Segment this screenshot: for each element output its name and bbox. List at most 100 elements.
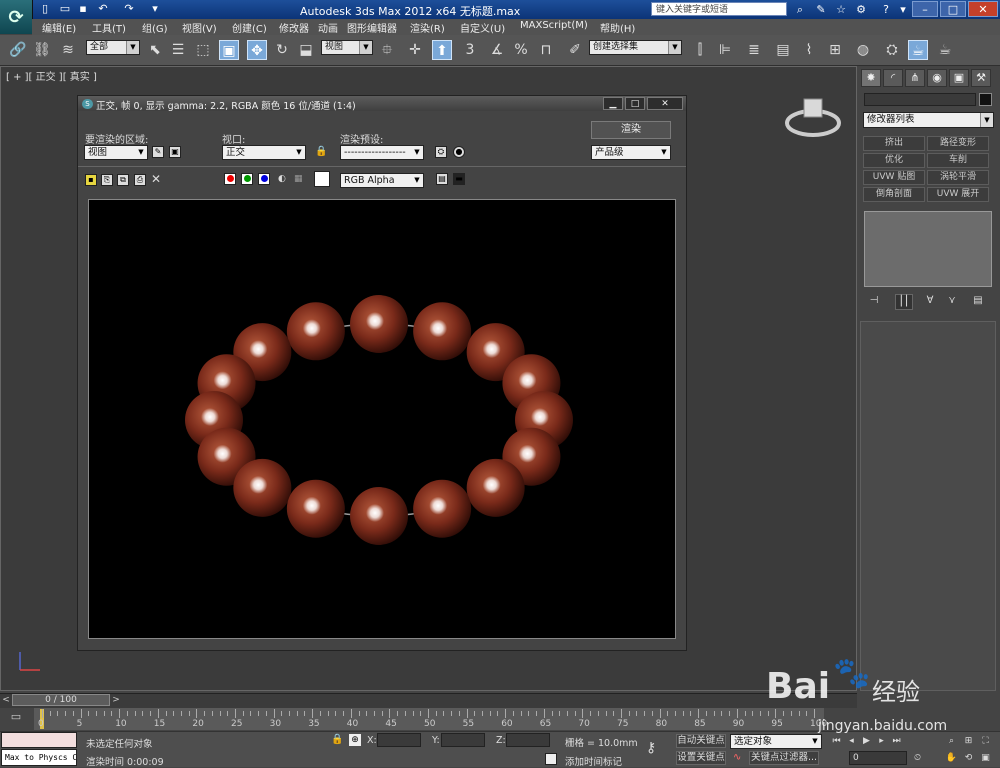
bind-space-warp-icon[interactable]: ≋ <box>58 40 78 60</box>
remove-modifier-icon[interactable]: ⋎ <box>944 294 960 308</box>
keyboard-shortcut-toggle-icon[interactable]: ⬆ <box>432 40 452 60</box>
modifier-path-deform-button[interactable]: 路径变形 <box>927 136 989 151</box>
x-coordinate-field[interactable] <box>377 733 421 747</box>
save-file-icon[interactable]: ▪ <box>76 2 90 16</box>
material-editor-icon[interactable]: ◍ <box>853 40 873 60</box>
show-end-result-icon[interactable]: ⎮⎮ <box>895 294 913 310</box>
blue-channel-toggle[interactable] <box>258 173 270 185</box>
rendered-frame-window-icon[interactable]: ☕ <box>908 40 928 60</box>
rect-selection-icon[interactable]: ⬚ <box>193 40 213 60</box>
minimize-button[interactable]: – <box>912 1 938 17</box>
selection-lock-icon[interactable]: 🔒 <box>331 734 343 746</box>
lock-icon[interactable]: 🔒 <box>315 146 327 158</box>
red-channel-toggle[interactable] <box>224 173 236 185</box>
modifier-bevel-profile-button[interactable]: 倒角剖面 <box>863 187 925 202</box>
auto-region-icon[interactable]: ▣ <box>169 146 181 158</box>
render-preset-dropdown[interactable]: ------------------ ▼ <box>340 145 424 160</box>
print-icon[interactable]: ⎙ <box>134 174 146 186</box>
layer-manager-icon[interactable]: ≣ <box>744 40 764 60</box>
open-file-icon[interactable]: ▭ <box>58 2 72 16</box>
save-image-icon[interactable]: ▪ <box>85 174 97 186</box>
color-swatch[interactable] <box>314 171 330 187</box>
edit-region-icon[interactable]: ✎ <box>152 146 164 158</box>
modifier-unwrap-uvw-button[interactable]: UVW 展开 <box>927 187 989 202</box>
display-tab-icon[interactable]: ▣ <box>949 69 969 87</box>
redo-icon[interactable]: ↷ <box>122 2 136 16</box>
maximize-button[interactable]: □ <box>940 1 966 17</box>
orbit-icon[interactable]: ⟲ <box>962 752 975 765</box>
prev-frame-arrow-icon[interactable]: < <box>1 694 11 706</box>
menu-tools[interactable]: 工具(T) <box>92 20 126 35</box>
render-setup-icon[interactable]: ⛭ <box>882 40 902 60</box>
named-selection-dropdown[interactable]: 创建选择集 ▼ <box>589 40 682 55</box>
time-config-icon[interactable]: ⏲ <box>911 752 924 765</box>
render-window-close-button[interactable]: ✕ <box>647 97 683 110</box>
3dsmax-logo-icon[interactable]: ⟳ <box>0 0 33 34</box>
schematic-view-icon[interactable]: ⊞ <box>825 40 845 60</box>
make-unique-icon[interactable]: ∀ <box>922 294 938 308</box>
render-window-minimize-button[interactable]: ▁ <box>603 97 623 110</box>
window-crossing-icon[interactable]: ▣ <box>219 40 239 60</box>
mirror-icon[interactable]: ⫿ <box>690 40 710 60</box>
menu-help[interactable]: 帮助(H) <box>600 20 635 35</box>
object-name-field[interactable] <box>864 93 976 106</box>
modifier-uvw-map-button[interactable]: UVW 贴图 <box>863 170 925 185</box>
environment-icon[interactable]: ● <box>453 146 465 158</box>
help-dropdown-icon[interactable]: ▾ <box>895 2 911 17</box>
render-button[interactable]: 渲染 <box>591 121 671 139</box>
hierarchy-tab-icon[interactable]: ⋔ <box>905 69 925 87</box>
track-bar-toggle-icon[interactable]: ▭ <box>2 710 30 728</box>
star-icon[interactable]: ☆ <box>833 2 849 17</box>
motion-tab-icon[interactable]: ◉ <box>927 69 947 87</box>
new-file-icon[interactable]: ▯ <box>38 2 52 16</box>
pivot-center-icon[interactable]: ⯐ <box>377 40 397 60</box>
selection-filter-dropdown[interactable]: 全部 ▼ <box>86 40 140 55</box>
align-icon[interactable]: ⊫ <box>715 40 735 60</box>
viewport-label[interactable]: [ + ][ 正交 ][ 真实 ] <box>6 68 97 83</box>
viewcube-icon[interactable] <box>783 93 843 139</box>
scale-icon[interactable]: ⬓ <box>296 40 316 60</box>
key-filters-button[interactable]: 关键点过滤器... <box>749 751 819 765</box>
search-icon[interactable]: ⌕ <box>792 2 808 17</box>
tools-icon[interactable]: ✎ <box>813 2 829 17</box>
time-slider-track[interactable] <box>0 693 857 708</box>
settings-icon[interactable]: ⚙ <box>853 2 869 17</box>
angle-snap-icon[interactable]: ∡ <box>487 40 507 60</box>
close-button[interactable]: ✕ <box>968 1 998 17</box>
display-channel-dropdown[interactable]: RGB Alpha ▼ <box>340 173 424 188</box>
object-color-swatch[interactable] <box>979 93 992 106</box>
configure-sets-icon[interactable]: ▤ <box>970 294 986 308</box>
y-coordinate-field[interactable] <box>441 733 485 747</box>
menu-customize[interactable]: 自定义(U) <box>460 20 505 35</box>
select-object-icon[interactable]: ⬉ <box>145 40 165 60</box>
toggle-ui-overlay-icon[interactable]: ▤ <box>436 173 448 185</box>
rotate-icon[interactable]: ↻ <box>272 40 292 60</box>
menu-views[interactable]: 视图(V) <box>182 20 217 35</box>
add-time-tag-icon[interactable] <box>545 753 557 765</box>
menu-modifiers[interactable]: 修改器 <box>279 20 309 35</box>
area-to-render-dropdown[interactable]: 视图 ▼ <box>84 145 148 160</box>
modifier-list-dropdown[interactable]: 修改器列表 ▼ <box>863 112 994 128</box>
link-icon[interactable]: 🔗 <box>8 40 28 60</box>
clone-window-icon[interactable]: ⧉ <box>117 174 129 186</box>
set-key-button[interactable]: 设置关键点 <box>676 751 726 765</box>
menu-edit[interactable]: 编辑(E) <box>42 20 76 35</box>
viewport-select-dropdown[interactable]: 正交 ▼ <box>222 145 306 160</box>
graphite-ribbon-icon[interactable]: ▤ <box>773 40 793 60</box>
menu-maxscript[interactable]: MAXScript(M) <box>520 20 588 31</box>
maxscript-listener-input[interactable] <box>1 732 77 748</box>
help-icon[interactable]: ? <box>878 2 894 17</box>
render-window-maximize-button[interactable]: □ <box>625 97 645 110</box>
z-coordinate-field[interactable] <box>506 733 550 747</box>
clear-icon[interactable]: ✕ <box>151 172 163 186</box>
render-quality-dropdown[interactable]: 产品级 ▼ <box>591 145 671 160</box>
menu-animation[interactable]: 动画 <box>318 20 338 35</box>
time-slider-handle[interactable]: 0 / 100 <box>12 694 110 706</box>
select-manipulate-icon[interactable]: ✛ <box>405 40 425 60</box>
next-frame-arrow-icon[interactable]: > <box>111 694 121 706</box>
pan-icon[interactable]: ✋ <box>945 752 958 765</box>
maxscript-output[interactable]: Max to Physcs C <box>1 749 77 766</box>
menu-group[interactable]: 组(G) <box>142 20 168 35</box>
modify-tab-icon[interactable]: ◜ <box>883 69 903 87</box>
render-production-icon[interactable]: ☕ <box>935 40 955 60</box>
